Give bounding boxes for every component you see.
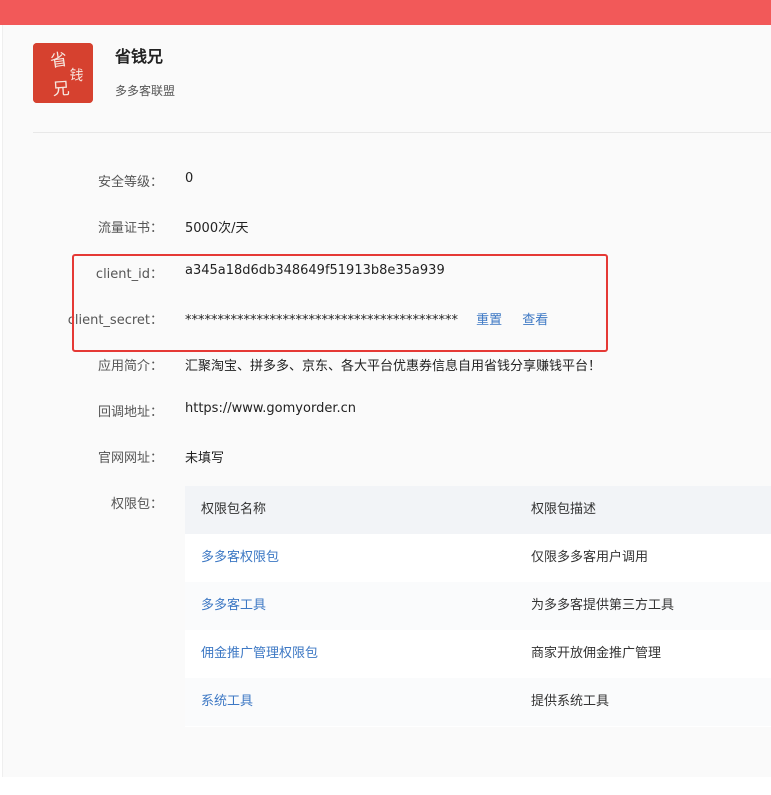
permission-name-link[interactable]: 系统工具 bbox=[201, 678, 253, 726]
permission-name-link[interactable]: 佣金推广管理权限包 bbox=[201, 630, 318, 678]
header-desc: 权限包描述 bbox=[531, 502, 597, 517]
traffic-cert-value: 5000次/天 bbox=[185, 221, 249, 236]
security-level-label: 安全等级： bbox=[97, 175, 163, 190]
table-row: 多多客工具 为多多客提供第三方工具 bbox=[185, 582, 771, 630]
website-label: 官网网址： bbox=[97, 451, 163, 466]
app-logo: 省 钱 兄 bbox=[33, 43, 93, 103]
permission-name-link[interactable]: 多多客权限包 bbox=[201, 534, 279, 582]
svg-text:兄: 兄 bbox=[52, 79, 70, 100]
table-row: 系统工具 提供系统工具 bbox=[185, 678, 771, 726]
callback-label: 回调地址： bbox=[97, 405, 163, 420]
security-level-value: 0 bbox=[185, 171, 194, 186]
website-value: 未填写 bbox=[185, 451, 225, 466]
permission-desc: 商家开放佣金推广管理 bbox=[531, 646, 662, 661]
callback-value: https://www.gomyorder.cn bbox=[185, 401, 356, 416]
credentials-highlight-box bbox=[72, 254, 608, 352]
table-row: 多多客权限包 仅限多多客用户调用 bbox=[185, 534, 771, 582]
svg-text:省: 省 bbox=[49, 50, 69, 72]
header-name: 权限包名称 bbox=[201, 502, 267, 517]
traffic-cert-label: 流量证书： bbox=[97, 221, 163, 236]
app-category: 多多客联盟 bbox=[115, 84, 176, 98]
permission-name-link[interactable]: 多多客工具 bbox=[201, 582, 266, 630]
app-detail-panel: 省 钱 兄 省钱兄 多多客联盟 安全等级： 0 流量证书： 5000次/天 cl… bbox=[2, 25, 771, 777]
permission-table: 权限包名称 权限包描述 多多客权限包 仅限多多客用户调用 多多客工具 为多多客提… bbox=[185, 486, 771, 727]
permissions-label: 权限包： bbox=[110, 497, 163, 512]
permission-desc: 仅限多多客用户调用 bbox=[531, 550, 649, 565]
permission-table-header: 权限包名称 权限包描述 bbox=[185, 486, 771, 534]
table-row: 佣金推广管理权限包 商家开放佣金推广管理 bbox=[185, 630, 771, 678]
app-logo-calligraphy-icon: 省 钱 兄 bbox=[33, 43, 93, 103]
intro-value: 汇聚淘宝、拼多多、京东、各大平台优惠券信息自用省钱分享赚钱平台！ bbox=[185, 359, 602, 374]
app-name: 省钱兄 bbox=[115, 47, 164, 66]
header-divider bbox=[33, 132, 771, 133]
top-bar bbox=[0, 0, 771, 25]
svg-text:钱: 钱 bbox=[69, 67, 85, 84]
permission-desc: 提供系统工具 bbox=[531, 694, 610, 709]
intro-label: 应用简介： bbox=[97, 359, 163, 374]
permission-desc: 为多多客提供第三方工具 bbox=[531, 598, 675, 613]
